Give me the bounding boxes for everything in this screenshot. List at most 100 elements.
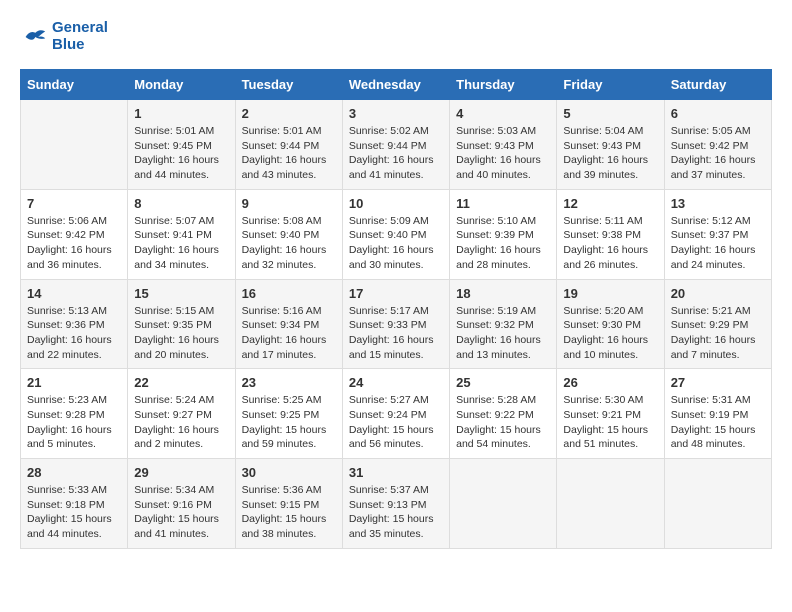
day-info: Sunrise: 5:02 AMSunset: 9:44 PMDaylight:… bbox=[349, 124, 443, 183]
day-number: 27 bbox=[671, 375, 765, 390]
day-number: 16 bbox=[242, 286, 336, 301]
day-number: 7 bbox=[27, 196, 121, 211]
day-number: 20 bbox=[671, 286, 765, 301]
day-cell: 16 Sunrise: 5:16 AMSunset: 9:34 PMDayligh… bbox=[235, 279, 342, 369]
day-number: 13 bbox=[671, 196, 765, 211]
day-info: Sunrise: 5:27 AMSunset: 9:24 PMDaylight:… bbox=[349, 393, 443, 452]
weekday-header-sunday: Sunday bbox=[21, 70, 128, 100]
day-info: Sunrise: 5:09 AMSunset: 9:40 PMDaylight:… bbox=[349, 214, 443, 273]
day-cell: 19 Sunrise: 5:20 AMSunset: 9:30 PMDayligh… bbox=[557, 279, 664, 369]
day-cell bbox=[664, 459, 771, 549]
day-number: 6 bbox=[671, 106, 765, 121]
weekday-header-monday: Monday bbox=[128, 70, 235, 100]
day-cell: 17Sunrise: 5:17 AMSunset: 9:33 PMDayligh… bbox=[342, 279, 449, 369]
day-number: 3 bbox=[349, 106, 443, 121]
day-cell: 23 Sunrise: 5:25 AMSunset: 9:25 PMDayligh… bbox=[235, 369, 342, 459]
day-info: Sunrise: 5:21 AMSunset: 9:29 PMDaylight:… bbox=[671, 304, 765, 363]
day-number: 26 bbox=[563, 375, 657, 390]
day-number: 1 bbox=[134, 106, 228, 121]
day-number: 29 bbox=[134, 465, 228, 480]
day-info: Sunrise: 5:06 AMSunset: 9:42 PMDaylight:… bbox=[27, 214, 121, 273]
day-info: Sunrise: 5:11 AMSunset: 9:38 PMDaylight:… bbox=[563, 214, 657, 273]
day-info: Sunrise: 5:24 AMSunset: 9:27 PMDaylight:… bbox=[134, 393, 228, 452]
weekday-header-tuesday: Tuesday bbox=[235, 70, 342, 100]
day-cell: 14 Sunrise: 5:13 AMSunset: 9:36 PMDayligh… bbox=[21, 279, 128, 369]
day-info: Sunrise: 5:04 AMSunset: 9:43 PMDaylight:… bbox=[563, 124, 657, 183]
day-cell: 10Sunrise: 5:09 AMSunset: 9:40 PMDayligh… bbox=[342, 189, 449, 279]
day-info: Sunrise: 5:05 AMSunset: 9:42 PMDaylight:… bbox=[671, 124, 765, 183]
day-number: 28 bbox=[27, 465, 121, 480]
day-number: 4 bbox=[456, 106, 550, 121]
logo-icon bbox=[20, 23, 48, 51]
day-info: Sunrise: 5:16 AMSunset: 9:34 PMDaylight:… bbox=[242, 304, 336, 363]
day-number: 24 bbox=[349, 375, 443, 390]
day-info: Sunrise: 5:33 AMSunset: 9:18 PMDaylight:… bbox=[27, 483, 121, 542]
day-info: Sunrise: 5:08 AMSunset: 9:40 PMDaylight:… bbox=[242, 214, 336, 273]
day-info: Sunrise: 5:34 AMSunset: 9:16 PMDaylight:… bbox=[134, 483, 228, 542]
day-info: Sunrise: 5:30 AMSunset: 9:21 PMDaylight:… bbox=[563, 393, 657, 452]
day-number: 31 bbox=[349, 465, 443, 480]
week-row-4: 21 Sunrise: 5:23 AMSunset: 9:28 PMDayligh… bbox=[21, 369, 772, 459]
day-cell: 27 Sunrise: 5:31 AMSunset: 9:19 PMDayligh… bbox=[664, 369, 771, 459]
day-cell bbox=[450, 459, 557, 549]
day-number: 8 bbox=[134, 196, 228, 211]
day-number: 12 bbox=[563, 196, 657, 211]
day-info: Sunrise: 5:31 AMSunset: 9:19 PMDaylight:… bbox=[671, 393, 765, 452]
day-info: Sunrise: 5:25 AMSunset: 9:25 PMDaylight:… bbox=[242, 393, 336, 452]
day-info: Sunrise: 5:23 AMSunset: 9:28 PMDaylight:… bbox=[27, 393, 121, 452]
day-info: Sunrise: 5:01 AMSunset: 9:44 PMDaylight:… bbox=[242, 124, 336, 183]
day-cell: 1 Sunrise: 5:01 AMSunset: 9:45 PMDaylight… bbox=[128, 100, 235, 190]
day-cell: 24 Sunrise: 5:27 AMSunset: 9:24 PMDayligh… bbox=[342, 369, 449, 459]
day-number: 23 bbox=[242, 375, 336, 390]
calendar-table: SundayMondayTuesdayWednesdayThursdayFrid… bbox=[20, 69, 772, 549]
week-row-5: 28 Sunrise: 5:33 AMSunset: 9:18 PMDayligh… bbox=[21, 459, 772, 549]
day-cell: 9 Sunrise: 5:08 AMSunset: 9:40 PMDaylight… bbox=[235, 189, 342, 279]
day-number: 11 bbox=[456, 196, 550, 211]
day-cell: 7 Sunrise: 5:06 AMSunset: 9:42 PMDaylight… bbox=[21, 189, 128, 279]
day-cell: 22 Sunrise: 5:24 AMSunset: 9:27 PMDayligh… bbox=[128, 369, 235, 459]
day-info: Sunrise: 5:13 AMSunset: 9:36 PMDaylight:… bbox=[27, 304, 121, 363]
weekday-header-friday: Friday bbox=[557, 70, 664, 100]
day-number: 19 bbox=[563, 286, 657, 301]
week-row-2: 7 Sunrise: 5:06 AMSunset: 9:42 PMDaylight… bbox=[21, 189, 772, 279]
day-cell: 13 Sunrise: 5:12 AMSunset: 9:37 PMDayligh… bbox=[664, 189, 771, 279]
day-info: Sunrise: 5:01 AMSunset: 9:45 PMDaylight:… bbox=[134, 124, 228, 183]
day-info: Sunrise: 5:28 AMSunset: 9:22 PMDaylight:… bbox=[456, 393, 550, 452]
day-cell: 18Sunrise: 5:19 AMSunset: 9:32 PMDayligh… bbox=[450, 279, 557, 369]
day-cell bbox=[21, 100, 128, 190]
day-cell: 29 Sunrise: 5:34 AMSunset: 9:16 PMDayligh… bbox=[128, 459, 235, 549]
day-cell: 25Sunrise: 5:28 AMSunset: 9:22 PMDayligh… bbox=[450, 369, 557, 459]
week-row-1: 1 Sunrise: 5:01 AMSunset: 9:45 PMDaylight… bbox=[21, 100, 772, 190]
day-number: 9 bbox=[242, 196, 336, 211]
day-cell bbox=[557, 459, 664, 549]
day-info: Sunrise: 5:36 AMSunset: 9:15 PMDaylight:… bbox=[242, 483, 336, 542]
day-number: 18 bbox=[456, 286, 550, 301]
logo: General Blue bbox=[20, 20, 108, 53]
day-number: 30 bbox=[242, 465, 336, 480]
day-number: 14 bbox=[27, 286, 121, 301]
day-cell: 20 Sunrise: 5:21 AMSunset: 9:29 PMDayligh… bbox=[664, 279, 771, 369]
day-number: 15 bbox=[134, 286, 228, 301]
day-number: 17 bbox=[349, 286, 443, 301]
day-cell: 15Sunrise: 5:15 AMSunset: 9:35 PMDayligh… bbox=[128, 279, 235, 369]
day-cell: 21 Sunrise: 5:23 AMSunset: 9:28 PMDayligh… bbox=[21, 369, 128, 459]
week-row-3: 14 Sunrise: 5:13 AMSunset: 9:36 PMDayligh… bbox=[21, 279, 772, 369]
day-cell: 8Sunrise: 5:07 AMSunset: 9:41 PMDaylight… bbox=[128, 189, 235, 279]
day-cell: 6 Sunrise: 5:05 AMSunset: 9:42 PMDaylight… bbox=[664, 100, 771, 190]
day-cell: 4 Sunrise: 5:03 AMSunset: 9:43 PMDaylight… bbox=[450, 100, 557, 190]
day-info: Sunrise: 5:12 AMSunset: 9:37 PMDaylight:… bbox=[671, 214, 765, 273]
day-cell: 3 Sunrise: 5:02 AMSunset: 9:44 PMDaylight… bbox=[342, 100, 449, 190]
day-number: 22 bbox=[134, 375, 228, 390]
day-cell: 28 Sunrise: 5:33 AMSunset: 9:18 PMDayligh… bbox=[21, 459, 128, 549]
day-number: 21 bbox=[27, 375, 121, 390]
day-info: Sunrise: 5:03 AMSunset: 9:43 PMDaylight:… bbox=[456, 124, 550, 183]
day-info: Sunrise: 5:20 AMSunset: 9:30 PMDaylight:… bbox=[563, 304, 657, 363]
day-cell: 26 Sunrise: 5:30 AMSunset: 9:21 PMDayligh… bbox=[557, 369, 664, 459]
day-info: Sunrise: 5:37 AMSunset: 9:13 PMDaylight:… bbox=[349, 483, 443, 542]
day-cell: 2Sunrise: 5:01 AMSunset: 9:44 PMDaylight… bbox=[235, 100, 342, 190]
page-header: General Blue bbox=[20, 20, 772, 53]
day-cell: 31 Sunrise: 5:37 AMSunset: 9:13 PMDayligh… bbox=[342, 459, 449, 549]
day-cell: 5Sunrise: 5:04 AMSunset: 9:43 PMDaylight… bbox=[557, 100, 664, 190]
weekday-header-thursday: Thursday bbox=[450, 70, 557, 100]
logo-text: General Blue bbox=[52, 20, 108, 53]
